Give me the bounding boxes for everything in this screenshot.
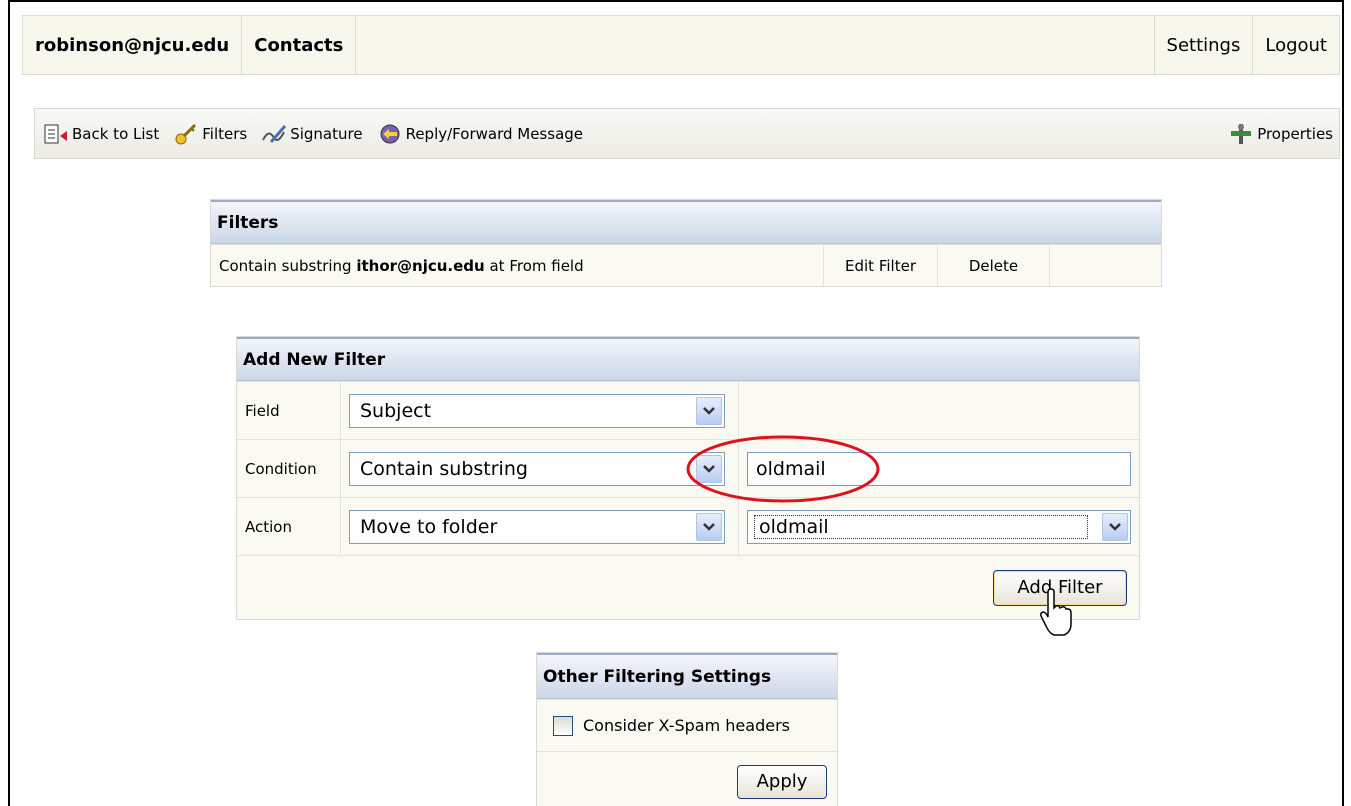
add-filter-title: Add New Filter xyxy=(237,337,1139,381)
account-link[interactable]: robinson@njcu.edu xyxy=(23,16,243,74)
condition-label: Condition xyxy=(237,440,341,497)
filter-rule-value: ithor@njcu.edu xyxy=(356,256,485,275)
chevron-down-icon[interactable] xyxy=(696,396,722,425)
hand-cursor-icon xyxy=(1040,588,1072,636)
filters-button[interactable]: Filters xyxy=(173,121,247,147)
back-to-list-label: Back to List xyxy=(72,124,160,143)
delete-filter-link[interactable]: Delete xyxy=(938,245,1050,286)
properties-tools-icon xyxy=(1228,121,1254,147)
action-label: Action xyxy=(237,498,341,555)
condition-select[interactable]: Contain substring xyxy=(349,451,725,486)
filters-label: Filters xyxy=(202,124,248,143)
chevron-down-icon[interactable] xyxy=(1102,512,1128,541)
filters-panel: Filters Contain substring ithor@njcu.edu… xyxy=(210,199,1162,287)
spam-label: Consider X-Spam headers xyxy=(583,716,790,735)
add-filter-title-text: Add New Filter xyxy=(243,349,386,370)
filters-panel-title: Filters xyxy=(211,200,1161,244)
field-select-cell: Subject xyxy=(341,382,739,439)
field-select-value: Subject xyxy=(360,399,432,422)
highlight-ellipse xyxy=(686,435,880,503)
apply-button[interactable]: Apply xyxy=(737,764,827,799)
back-to-list-button[interactable]: Back to List xyxy=(43,121,159,147)
field-select[interactable]: Subject xyxy=(349,393,725,428)
signature-label: Signature xyxy=(290,124,363,143)
properties-button[interactable]: Properties xyxy=(1228,121,1333,147)
condition-select-cell: Contain substring xyxy=(341,440,739,497)
condition-select-value: Contain substring xyxy=(360,457,528,480)
filter-rule-row: Contain substring ithor@njcu.edu at From… xyxy=(211,244,1161,286)
signature-button[interactable]: Signature xyxy=(261,121,363,147)
action-select-value: Move to folder xyxy=(360,515,498,538)
filter-rule-suffix: at From field xyxy=(484,256,584,275)
filter-rule-prefix: Contain substring xyxy=(219,256,357,275)
reply-forward-icon xyxy=(377,121,403,147)
field-label: Field xyxy=(237,382,341,439)
back-to-list-icon xyxy=(43,121,69,147)
top-bar-spacer xyxy=(356,16,1155,74)
properties-label: Properties xyxy=(1257,124,1333,143)
field-row: Field Subject xyxy=(237,381,1139,439)
settings-link[interactable]: Settings xyxy=(1155,16,1254,74)
other-settings-title: Other Filtering Settings xyxy=(537,653,837,699)
field-empty-cell xyxy=(739,382,1139,439)
toolbar: Back to List Filters Signature Reply/For… xyxy=(34,108,1340,159)
filter-rule-description: Contain substring ithor@njcu.edu at From… xyxy=(211,245,824,286)
other-settings-panel: Other Filtering Settings Consider X-Spam… xyxy=(536,652,838,806)
spam-checkbox[interactable] xyxy=(553,715,573,736)
edit-filter-link[interactable]: Edit Filter xyxy=(824,245,938,286)
action-select[interactable]: Move to folder xyxy=(349,509,725,544)
folder-select[interactable]: oldmail xyxy=(747,509,1131,544)
chevron-down-icon[interactable] xyxy=(696,512,722,541)
reply-forward-button[interactable]: Reply/Forward Message xyxy=(377,121,583,147)
contacts-link[interactable]: Contacts xyxy=(242,16,357,74)
submit-row: Add Filter xyxy=(237,555,1139,619)
reply-forward-label: Reply/Forward Message xyxy=(405,124,584,143)
action-select-cell: Move to folder xyxy=(341,498,739,555)
top-bar: robinson@njcu.edu Contacts Settings Logo… xyxy=(22,15,1340,75)
logout-link[interactable]: Logout xyxy=(1253,16,1339,74)
filters-key-icon xyxy=(173,121,199,147)
signature-icon xyxy=(261,121,287,147)
filters-title-text: Filters xyxy=(217,212,279,233)
apply-row: Apply xyxy=(537,751,837,806)
other-settings-title-text: Other Filtering Settings xyxy=(543,666,772,687)
spam-row: Consider X-Spam headers xyxy=(537,699,837,751)
folder-select-cell: oldmail xyxy=(739,498,1139,555)
folder-select-value: oldmail xyxy=(754,514,1088,539)
filter-rule-empty-cell xyxy=(1050,245,1161,286)
